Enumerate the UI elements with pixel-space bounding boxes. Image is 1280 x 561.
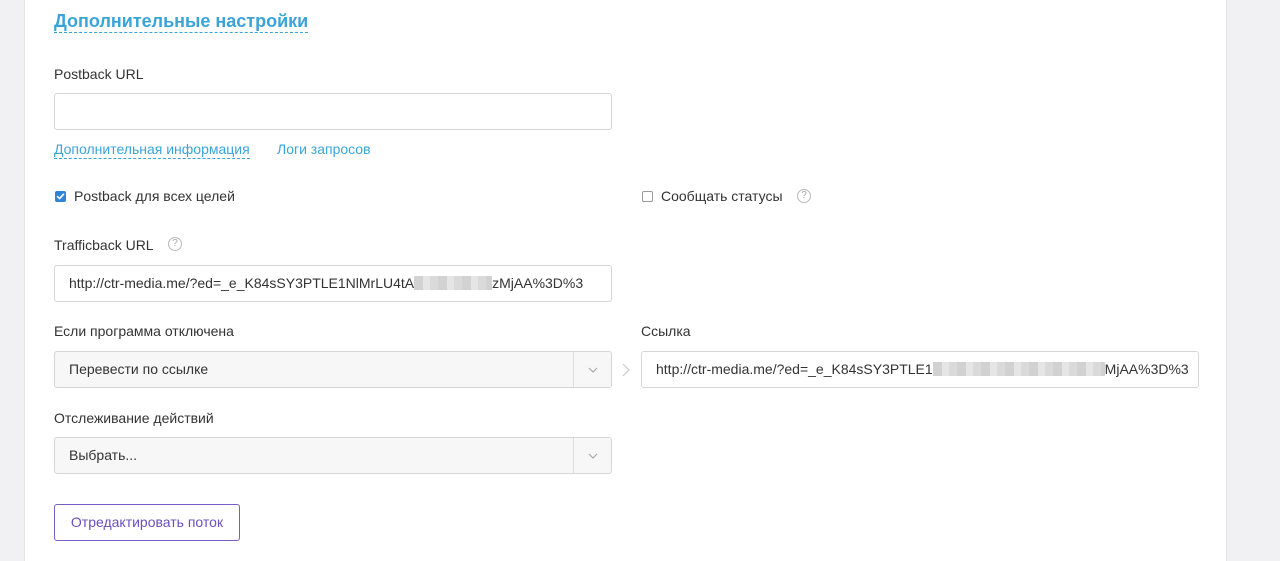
tracking-label: Отслеживание действий — [54, 410, 214, 426]
postback-url-input[interactable] — [54, 93, 612, 130]
postback-all-goals-label[interactable]: Postback для всех целей — [74, 188, 235, 204]
link-label: Ссылка — [641, 323, 691, 339]
select-divider — [573, 352, 574, 387]
edit-stream-button[interactable]: Отредактировать поток — [54, 504, 240, 541]
link-value-start: http://ctr-media.me/?ed=_e_K84sSY3PTLE1 — [656, 361, 933, 377]
chevron-right-icon — [622, 363, 630, 377]
redacted-blur — [932, 362, 1105, 376]
redacted-blur — [414, 276, 493, 290]
settings-panel: Дополнительные настройки Postback URL До… — [24, 0, 1227, 561]
request-logs-link[interactable]: Логи запросов — [277, 141, 371, 157]
tracking-selected: Выбрать... — [69, 447, 138, 463]
chevron-down-icon — [588, 453, 598, 459]
trafficback-url-value-end: zMjAA%3D%3 — [492, 275, 584, 291]
trafficback-url-label: Trafficback URL — [54, 237, 154, 253]
postback-all-goals-checkbox[interactable] — [55, 191, 66, 202]
if-disabled-select[interactable]: Перевести по ссылке — [54, 351, 612, 388]
link-value-end: MjAA%3D%3 — [1104, 361, 1189, 377]
postback-url-label: Postback URL — [54, 66, 144, 82]
report-statuses-checkbox[interactable] — [642, 191, 653, 202]
chevron-down-icon — [588, 367, 598, 373]
question-circle-icon[interactable]: ? — [797, 189, 811, 203]
link-input[interactable]: http://ctr-media.me/?ed=_e_K84sSY3PTLE1 M… — [641, 351, 1199, 388]
if-disabled-selected: Перевести по ссылке — [69, 361, 209, 377]
report-statuses-label[interactable]: Сообщать статусы — [661, 188, 783, 204]
check-icon — [56, 193, 65, 200]
select-divider — [573, 438, 574, 473]
tracking-select[interactable]: Выбрать... — [54, 437, 612, 474]
question-circle-icon[interactable]: ? — [168, 237, 182, 251]
trafficback-url-input[interactable]: http://ctr-media.me/?ed=_e_K84sSY3PTLE1N… — [54, 265, 612, 302]
if-disabled-label: Если программа отключена — [54, 323, 234, 339]
more-info-link[interactable]: Дополнительная информация — [54, 141, 250, 159]
section-title[interactable]: Дополнительные настройки — [54, 11, 309, 33]
trafficback-url-value-start: http://ctr-media.me/?ed=_e_K84sSY3PTLE1N… — [69, 275, 415, 291]
